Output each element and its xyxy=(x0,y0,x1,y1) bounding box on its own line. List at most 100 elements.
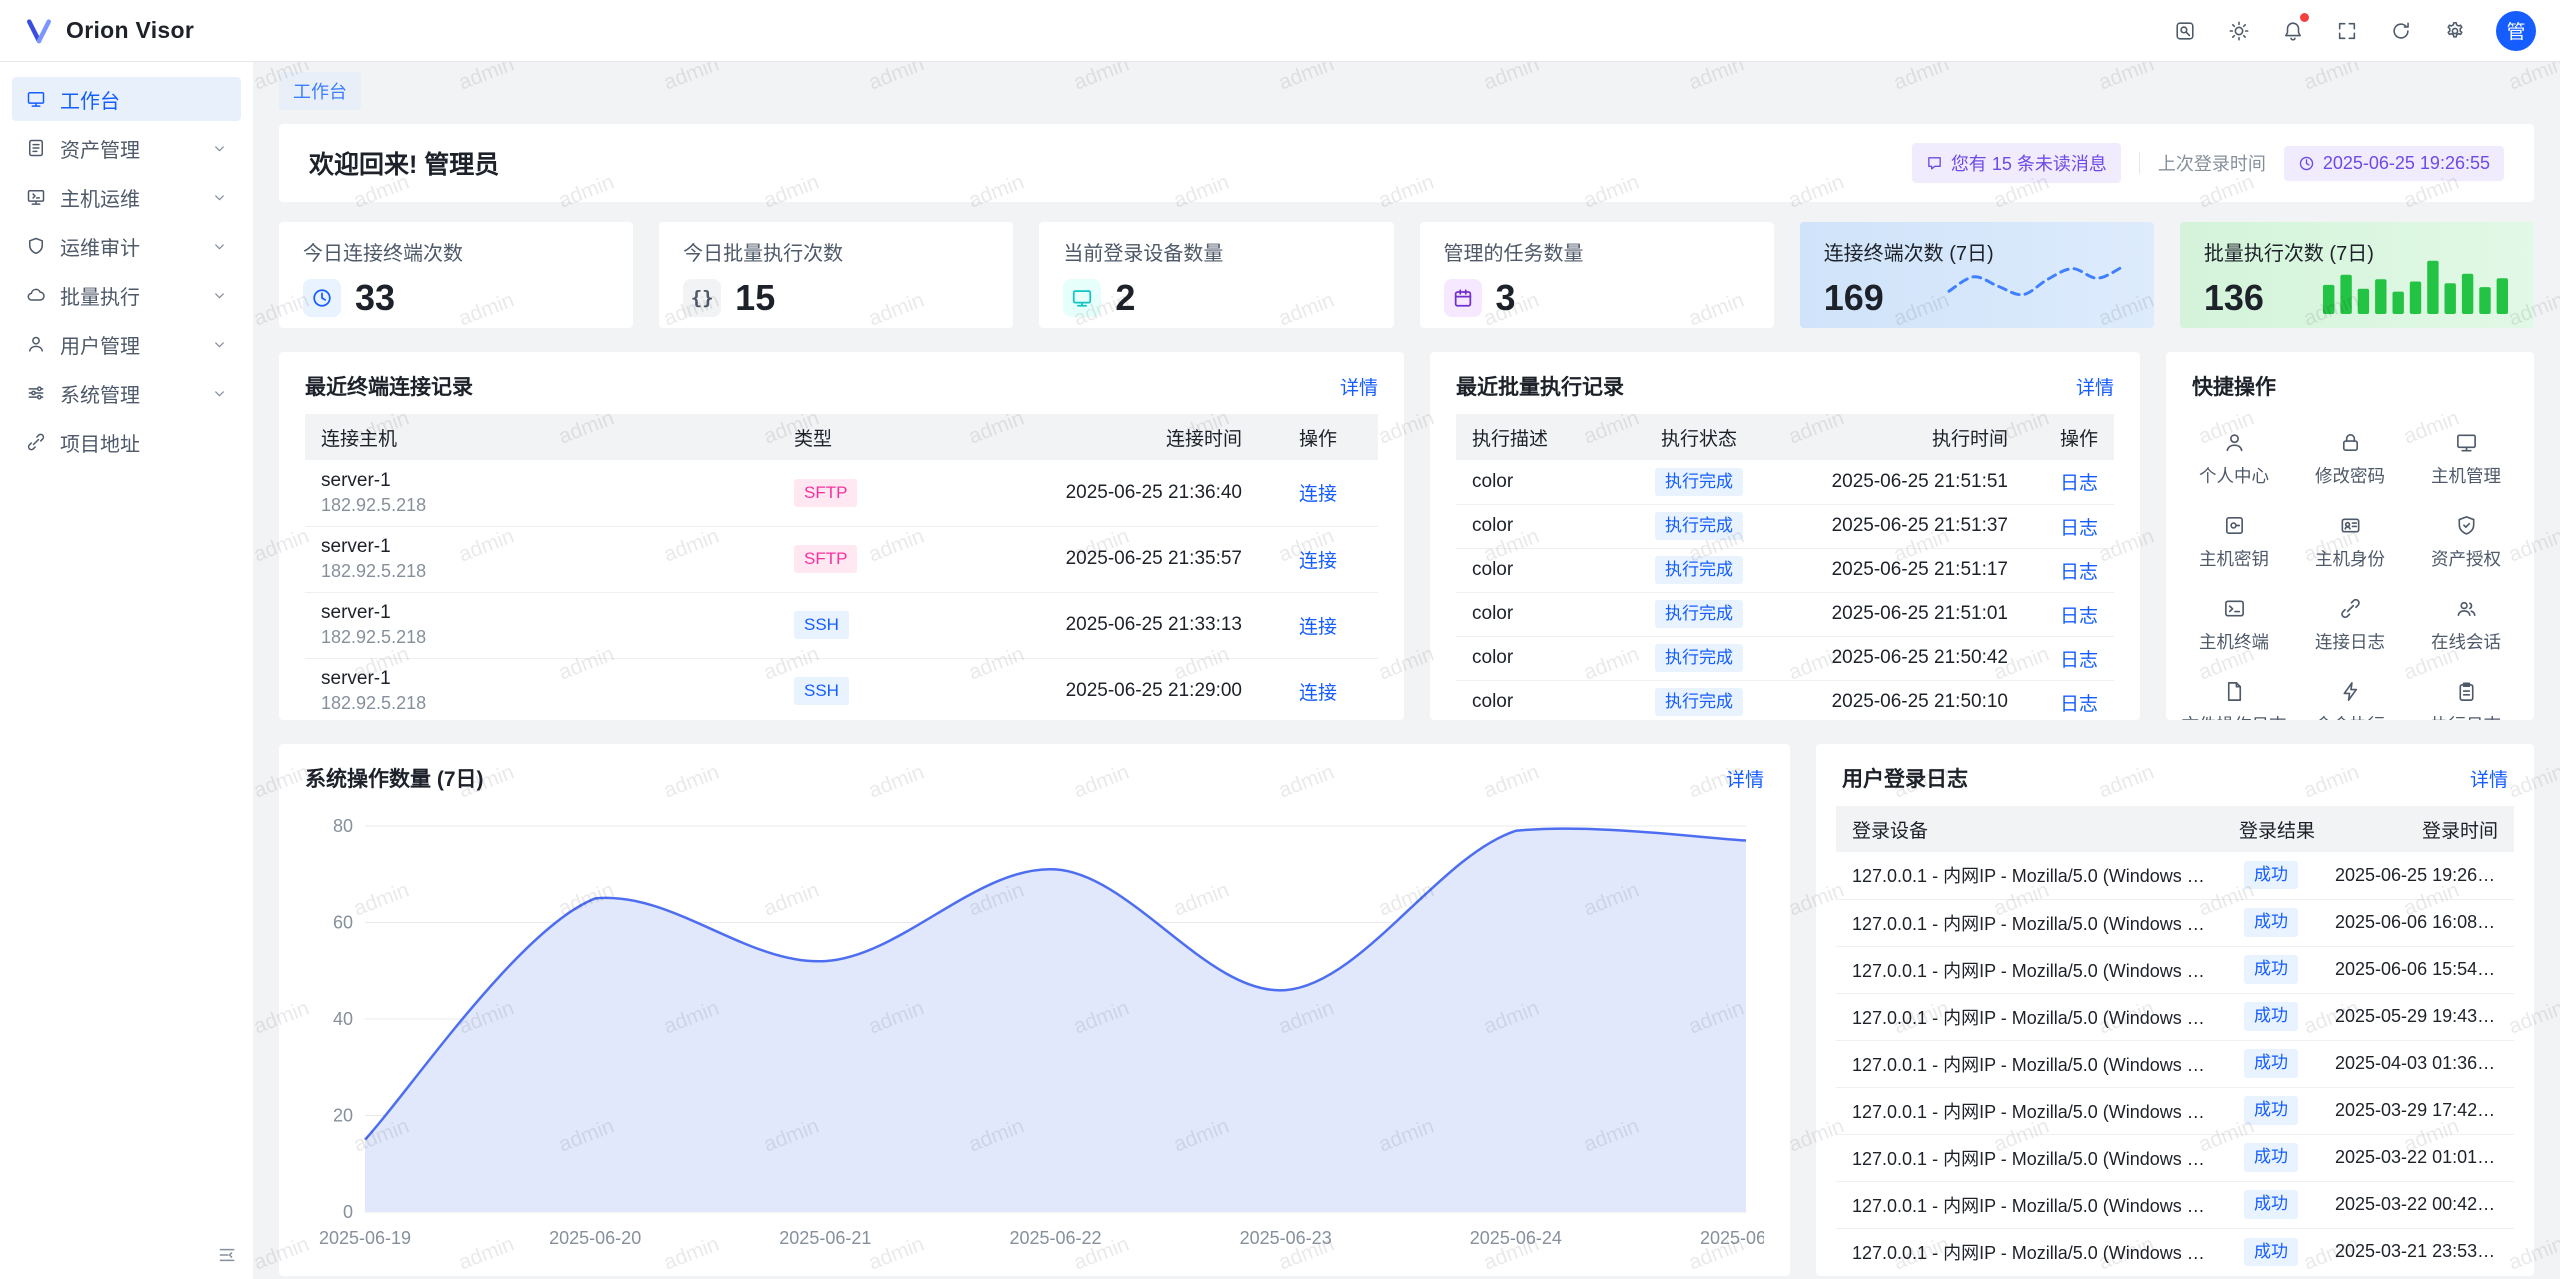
last-login-label: 上次登录时间 xyxy=(2158,150,2266,176)
breadcrumb[interactable]: 工作台 xyxy=(279,72,361,110)
lightning-icon xyxy=(2339,680,2362,703)
table-row: 127.0.0.1 - 内网IP - Mozilla/5.0 (Windows … xyxy=(1836,1087,2514,1134)
stat-card-tasks: 管理的任务数量 3 xyxy=(1420,222,1774,328)
login-device: 127.0.0.1 - 内网IP - Mozilla/5.0 (Windows … xyxy=(1836,899,2223,946)
login-result-badge: 成功 xyxy=(2244,1049,2298,1077)
sidebar-item-audit[interactable]: 运维审计 xyxy=(12,224,241,268)
table-row: server-1182.92.5.218 SFTP 2025-06-25 21:… xyxy=(305,526,1378,592)
svg-text:2025-06-20: 2025-06-20 xyxy=(549,1228,641,1248)
sidebar-item-label: 工作台 xyxy=(60,85,227,114)
svg-text:0: 0 xyxy=(343,1202,353,1222)
log-link[interactable]: 日志 xyxy=(2060,694,2098,715)
svg-text:80: 80 xyxy=(333,816,353,836)
logo-icon xyxy=(24,16,54,46)
login-result-badge: 成功 xyxy=(2244,1143,2298,1171)
sidebar-item-project-link[interactable]: 项目地址 xyxy=(12,420,241,464)
host-name: server-1 xyxy=(321,536,762,558)
fullscreen-icon[interactable] xyxy=(2324,8,2370,54)
login-device: 127.0.0.1 - 内网IP - Mozilla/5.0 (Windows … xyxy=(1836,852,2223,899)
connect-link[interactable]: 连接 xyxy=(1299,484,1337,505)
qa-online-sessions[interactable]: 在线会话 xyxy=(2408,584,2524,667)
login-logs-detail-link[interactable]: 详情 xyxy=(2470,765,2508,792)
connect-link[interactable]: 连接 xyxy=(1299,551,1337,572)
table-row: server-1182.92.5.218 SSH 2025-06-25 21:3… xyxy=(305,592,1378,658)
sidebar-item-batch-exec[interactable]: 批量执行 xyxy=(12,273,241,317)
log-link[interactable]: 日志 xyxy=(2060,606,2098,627)
login-device: 127.0.0.1 - 内网IP - Mozilla/5.0 (Windows … xyxy=(1836,1228,2223,1275)
qa-host-terminal[interactable]: 主机终端 xyxy=(2176,584,2292,667)
sidebar-item-assets[interactable]: 资产管理 xyxy=(12,126,241,170)
table-row: color 执行完成 2025-06-25 21:51:37 日志 xyxy=(1456,504,2114,548)
stat-label: 管理的任务数量 xyxy=(1444,237,1750,266)
col-header: 类型 xyxy=(778,414,928,460)
sidebar-item-label: 项目地址 xyxy=(60,428,227,457)
login-result-badge: 成功 xyxy=(2244,1096,2298,1124)
qa-host-management[interactable]: 主机管理 xyxy=(2408,418,2524,501)
login-device: 127.0.0.1 - 内网IP - Mozilla/5.0 (Windows … xyxy=(1836,946,2223,993)
col-header: 连接主机 xyxy=(305,414,778,460)
notifications-icon[interactable] xyxy=(2270,8,2316,54)
log-link[interactable]: 日志 xyxy=(2060,650,2098,671)
refresh-icon[interactable] xyxy=(2378,8,2424,54)
theme-toggle-icon[interactable] xyxy=(2216,8,2262,54)
qa-asset-authorization[interactable]: 资产授权 xyxy=(2408,501,2524,584)
col-header: 执行时间 xyxy=(1779,414,2024,460)
exec-desc: color xyxy=(1456,592,1619,636)
exec-time: 2025-06-25 21:51:01 xyxy=(1779,592,2024,636)
stats-row: 今日连接终端次数 33 今日批量执行次数 {} 15 当前登录设备数量 xyxy=(279,222,2534,328)
login-result-badge: 成功 xyxy=(2244,1002,2298,1030)
login-result-badge: 成功 xyxy=(2244,1238,2298,1266)
connect-link[interactable]: 连接 xyxy=(1299,617,1337,638)
qa-user-center[interactable]: 个人中心 xyxy=(2176,418,2292,501)
qa-host-keys[interactable]: 主机密钥 xyxy=(2176,501,2292,584)
chart-detail-link[interactable]: 详情 xyxy=(1726,765,1764,792)
app-logo[interactable]: Orion Visor xyxy=(24,16,194,46)
sidebar-item-host-ops[interactable]: 主机运维 xyxy=(12,175,241,219)
login-time: 2025-06-06 15:54:26 xyxy=(2319,946,2514,993)
exec-time: 2025-06-25 21:51:17 xyxy=(1779,548,2024,592)
stat-value: 15 xyxy=(735,277,775,319)
sidebar-collapse-icon[interactable] xyxy=(217,1245,237,1265)
qa-host-identity[interactable]: 主机身份 xyxy=(2292,501,2408,584)
qa-connection-logs[interactable]: 连接日志 xyxy=(2292,584,2408,667)
exec-sparkline xyxy=(2323,254,2508,314)
user-avatar[interactable]: 管 xyxy=(2496,11,2536,51)
terminal-detail-link[interactable]: 详情 xyxy=(1340,373,1378,400)
qa-command-execution[interactable]: 命令执行 xyxy=(2292,667,2408,720)
clipboard-icon xyxy=(2455,680,2478,703)
code-braces-icon: {} xyxy=(683,279,721,317)
sidebar-item-label: 运维审计 xyxy=(60,232,198,261)
cloud-icon xyxy=(26,285,46,305)
exec-desc: color xyxy=(1456,548,1619,592)
sidebar-item-label: 系统管理 xyxy=(60,379,198,408)
log-link[interactable]: 日志 xyxy=(2060,562,2098,583)
system-operations-chart-card: 系统操作数量 (7日) 详情 0204060802025-06-192025-0… xyxy=(279,744,1790,1276)
stat-label: 当前登录设备数量 xyxy=(1063,237,1369,266)
qa-change-password[interactable]: 修改密码 xyxy=(2292,418,2408,501)
host-ip: 182.92.5.218 xyxy=(321,627,762,648)
unread-messages-badge[interactable]: 您有 15 条未读消息 xyxy=(1912,143,2121,183)
log-link[interactable]: 日志 xyxy=(2060,473,2098,494)
table-row: server-1182.92.5.218 SFTP 2025-06-25 21:… xyxy=(305,460,1378,526)
log-link[interactable]: 日志 xyxy=(2060,518,2098,539)
exec-time: 2025-06-25 21:50:42 xyxy=(1779,636,2024,680)
svg-text:2025-06-21: 2025-06-21 xyxy=(779,1228,871,1248)
welcome-banner: 欢迎回来! 管理员 您有 15 条未读消息 上次登录时间 2025-06-25 … xyxy=(279,124,2534,202)
menu-search-icon[interactable] xyxy=(2162,8,2208,54)
connect-link[interactable]: 连接 xyxy=(1299,683,1337,704)
table-row: 127.0.0.1 - 内网IP - Mozilla/5.0 (Windows … xyxy=(1836,899,2514,946)
qa-execution-logs[interactable]: 执行日志 xyxy=(2408,667,2524,720)
settings-icon[interactable] xyxy=(2432,8,2478,54)
login-logs-card: 用户登录日志 详情 登录设备 登录结果 登录时间 127.0.0.1 - 内网I… xyxy=(1816,744,2534,1276)
sidebar-item-system[interactable]: 系统管理 xyxy=(12,371,241,415)
host-name: server-1 xyxy=(321,470,762,492)
login-device: 127.0.0.1 - 内网IP - Mozilla/5.0 (Windows … xyxy=(1836,1134,2223,1181)
main-content: 工作台 欢迎回来! 管理员 您有 15 条未读消息 上次登录时间 2025-06… xyxy=(253,62,2560,1279)
notification-dot xyxy=(2300,13,2309,22)
sidebar-item-users[interactable]: 用户管理 xyxy=(12,322,241,366)
sidebar-item-workbench[interactable]: 工作台 xyxy=(12,77,241,121)
exec-detail-link[interactable]: 详情 xyxy=(2076,373,2114,400)
stat-value: 2 xyxy=(1115,277,1135,319)
col-header: 执行描述 xyxy=(1456,414,1619,460)
qa-file-operation-logs[interactable]: 文件操作日志 xyxy=(2176,667,2292,720)
